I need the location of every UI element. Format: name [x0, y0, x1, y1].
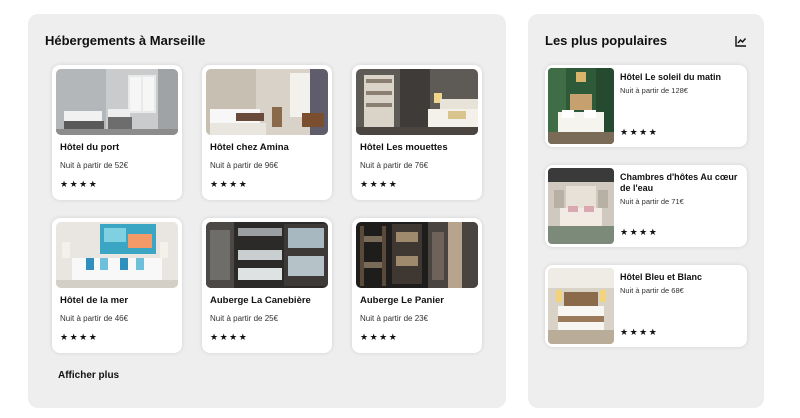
hotel-card-du-port[interactable]: Hôtel du port Nuit à partir de 52€ ★★★★ — [52, 65, 182, 200]
popular-panel: Les plus populaires Hôtel Le soleil du m… — [528, 14, 764, 408]
hotel-photo — [206, 69, 328, 135]
hotel-name: Hôtel de la mer — [60, 295, 129, 306]
hotel-price: Nuit à partir de 46€ — [60, 314, 129, 323]
rating-stars: ★★★★ — [620, 327, 659, 337]
hotel-card-la-canebiere[interactable]: Auberge La Canebière Nuit à partir de 25… — [202, 218, 332, 353]
hotel-photo — [548, 268, 614, 344]
rating-stars: ★★★★ — [210, 179, 249, 189]
rating-stars: ★★★★ — [210, 332, 249, 342]
rating-stars: ★★★★ — [620, 127, 659, 137]
hotel-photo — [548, 168, 614, 244]
show-more-link[interactable]: Afficher plus — [58, 370, 119, 381]
trending-chart-icon[interactable] — [735, 35, 747, 47]
hotel-photo — [206, 222, 328, 288]
rating-stars: ★★★★ — [60, 179, 99, 189]
hotel-price: Nuit à partir de 68€ — [620, 286, 684, 295]
rating-stars: ★★★★ — [60, 332, 99, 342]
hotel-price: Nuit à partir de 23€ — [360, 314, 429, 323]
hotel-name: Chambres d'hôtes Au cœur de l'eau — [620, 172, 738, 193]
hotel-price: Nuit à partir de 128€ — [620, 86, 688, 95]
hotel-price: Nuit à partir de 71€ — [620, 197, 684, 206]
hotel-price: Nuit à partir de 52€ — [60, 161, 129, 170]
hotel-photo — [356, 69, 478, 135]
rating-stars: ★★★★ — [620, 227, 659, 237]
hotel-name: Hôtel Le soleil du matin — [620, 72, 722, 82]
hotel-name: Hôtel Les mouettes — [360, 142, 448, 153]
popular-title: Les plus populaires — [545, 33, 668, 48]
hotel-price: Nuit à partir de 96€ — [210, 161, 279, 170]
accommodations-panel: Hébergements à Marseille Hôtel du port N… — [28, 14, 506, 408]
popular-card-au-coeur-de-leau[interactable]: Chambres d'hôtes Au cœur de l'eau Nuit à… — [545, 165, 747, 247]
rating-stars: ★★★★ — [360, 179, 399, 189]
hotel-photo — [56, 69, 178, 135]
popular-card-soleil-du-matin[interactable]: Hôtel Le soleil du matin Nuit à partir d… — [545, 65, 747, 147]
accommodations-title: Hébergements à Marseille — [45, 33, 206, 48]
hotel-name: Auberge La Canebière — [210, 295, 311, 306]
hotel-card-les-mouettes[interactable]: Hôtel Les mouettes Nuit à partir de 76€ … — [352, 65, 482, 200]
hotel-photo — [56, 222, 178, 288]
hotel-name: Hôtel du port — [60, 142, 120, 153]
hotel-name: Hôtel Bleu et Blanc — [620, 272, 703, 282]
hotel-photo — [356, 222, 478, 288]
hotel-photo — [548, 68, 614, 144]
hotel-name: Hôtel chez Amina — [210, 142, 289, 153]
hotel-card-chez-amina[interactable]: Hôtel chez Amina Nuit à partir de 96€ ★★… — [202, 65, 332, 200]
popular-card-bleu-et-blanc[interactable]: Hôtel Bleu et Blanc Nuit à partir de 68€… — [545, 265, 747, 347]
rating-stars: ★★★★ — [360, 332, 399, 342]
hotel-card-le-panier[interactable]: Auberge Le Panier Nuit à partir de 23€ ★… — [352, 218, 482, 353]
hotel-name: Auberge Le Panier — [360, 295, 444, 306]
hotel-price: Nuit à partir de 76€ — [360, 161, 429, 170]
hotel-price: Nuit à partir de 25€ — [210, 314, 279, 323]
hotel-card-de-la-mer[interactable]: Hôtel de la mer Nuit à partir de 46€ ★★★… — [52, 218, 182, 353]
